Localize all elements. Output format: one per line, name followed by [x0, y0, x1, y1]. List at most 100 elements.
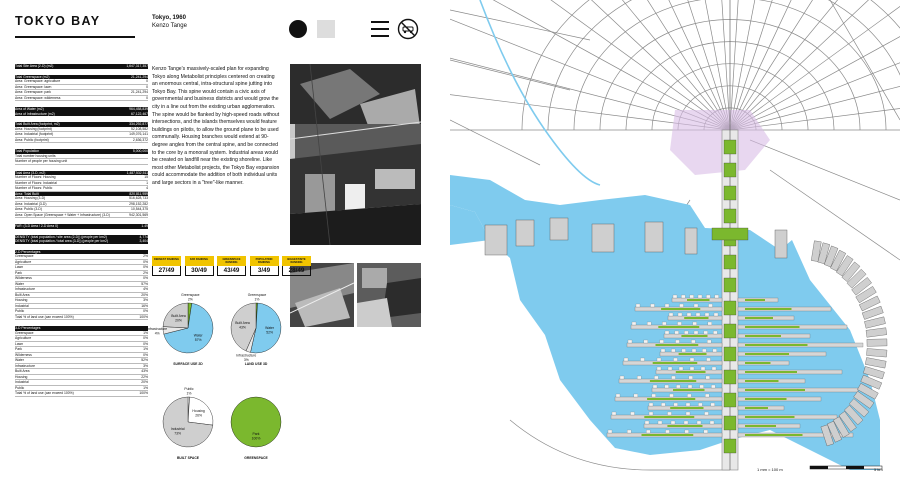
building	[674, 330, 679, 335]
branch-park	[641, 434, 694, 436]
building	[708, 303, 713, 308]
park-block	[711, 227, 749, 241]
building	[695, 312, 701, 317]
branch-park	[644, 416, 695, 418]
pie-slice-pct: 2%	[188, 298, 193, 302]
building	[646, 429, 651, 434]
ranking-badge: GREENSPACE RANKING 43/49	[217, 256, 246, 276]
stats-label: Area of Infrastructure (m2)	[15, 111, 55, 116]
ranking-badge: BIGGEST/SITE RANKING 28/49	[282, 256, 311, 276]
pie-slice-label: Infrastructure	[236, 353, 256, 357]
stats-label: Area: Greenspace: wilderness	[15, 95, 61, 100]
branch-park	[658, 326, 700, 328]
building	[684, 330, 689, 335]
branch-park	[745, 335, 781, 337]
stats-label: Industrial	[15, 380, 29, 384]
building	[662, 321, 667, 326]
park-block	[723, 438, 737, 454]
branch-park	[745, 416, 795, 418]
stats-value: 4	[146, 186, 148, 190]
building	[705, 375, 710, 380]
stats-value: 0	[146, 95, 148, 100]
park-block	[723, 254, 737, 270]
project-info: Tokyo, 1960 Kenzo Tange	[152, 15, 187, 30]
building	[672, 294, 678, 299]
pie-title: LAND USE 3D	[244, 362, 268, 366]
branch-park	[745, 434, 803, 436]
building	[687, 393, 692, 398]
pie-slice-label: Industrial	[171, 427, 185, 431]
pie-slice-label: Greenspace	[181, 293, 200, 297]
stats-value: 0%	[143, 276, 148, 280]
building	[623, 357, 629, 362]
pie-slice-label: Built Area	[171, 314, 186, 318]
stats-label: Total number housing units	[15, 153, 56, 158]
stats-label: Area: Public (footprint)	[15, 137, 49, 142]
building	[712, 348, 717, 353]
stats-label: Greenspace	[15, 254, 34, 258]
building	[696, 420, 702, 425]
building	[652, 384, 658, 389]
stats-label: Industrial	[15, 303, 29, 308]
industrial-block	[866, 338, 888, 347]
stats-label: Greenspace	[15, 330, 34, 335]
pie-slice-pct: 52%	[266, 330, 273, 334]
stats-label: Agriculture	[15, 259, 32, 264]
building	[611, 411, 617, 416]
industrial-pier	[591, 223, 615, 253]
building	[684, 429, 689, 434]
grey-square-icon	[317, 20, 335, 38]
stats-value: 5,000,000	[132, 149, 148, 153]
building	[670, 420, 676, 425]
stats-value: 100%	[139, 391, 148, 395]
industrial-pier	[549, 217, 569, 241]
stats-value: 15	[144, 175, 148, 179]
filled-circle-icon	[289, 20, 307, 38]
building	[685, 402, 691, 407]
ranking-label: GREENSPACE RANKING	[217, 256, 246, 266]
pie-slice-label: Water	[194, 333, 204, 337]
pie-slice-pct: 100%	[252, 436, 261, 440]
building	[677, 321, 682, 326]
stats-label: FAR: (3-D Area / 2-D Area 0)	[15, 224, 59, 228]
ranking-value: 28/49	[282, 266, 311, 276]
model-photo-small-2	[357, 263, 421, 327]
branch-park	[745, 317, 773, 319]
building	[643, 339, 648, 344]
ranking-label: POPULATION RANKING	[249, 256, 279, 266]
stats-table: Total Site Area (2-D) (m2) 1,647,317,357 T…	[15, 64, 148, 397]
pie-slice-label: Park	[253, 432, 260, 436]
stats-label: Housing	[15, 374, 28, 379]
building	[635, 303, 641, 308]
branch-park	[667, 425, 703, 427]
park-block	[723, 300, 737, 316]
stats-label: Number of Floors: Industrial	[15, 180, 57, 185]
building	[667, 411, 672, 416]
building	[700, 366, 706, 371]
stats-value: 1.49	[141, 224, 148, 228]
building	[667, 366, 673, 371]
branch-park	[655, 344, 699, 346]
building	[681, 294, 686, 299]
building	[648, 402, 654, 407]
stats-value: 16%	[141, 303, 148, 308]
building	[651, 393, 656, 398]
building	[665, 429, 670, 434]
ranking-value: 3/49	[249, 266, 279, 276]
building	[664, 303, 670, 308]
building	[664, 384, 669, 389]
stats-label: Water	[15, 281, 24, 286]
building	[673, 357, 678, 362]
stats-label: Number of Floors: Housing	[15, 175, 56, 179]
stats-label: Lawn	[15, 265, 24, 269]
stats-value: 3,404	[139, 239, 149, 243]
building	[703, 330, 708, 335]
pie-chart: Greenspace1%Water52%Infrastructure3%Buil…	[230, 293, 282, 362]
building	[656, 357, 662, 362]
stats-value: 2%	[143, 254, 148, 258]
stats-label: Housing	[15, 298, 28, 302]
stats-value: 20%	[141, 380, 148, 384]
building	[702, 348, 707, 353]
park-block	[723, 415, 737, 431]
pie-slice-pct: 4%	[155, 331, 160, 335]
